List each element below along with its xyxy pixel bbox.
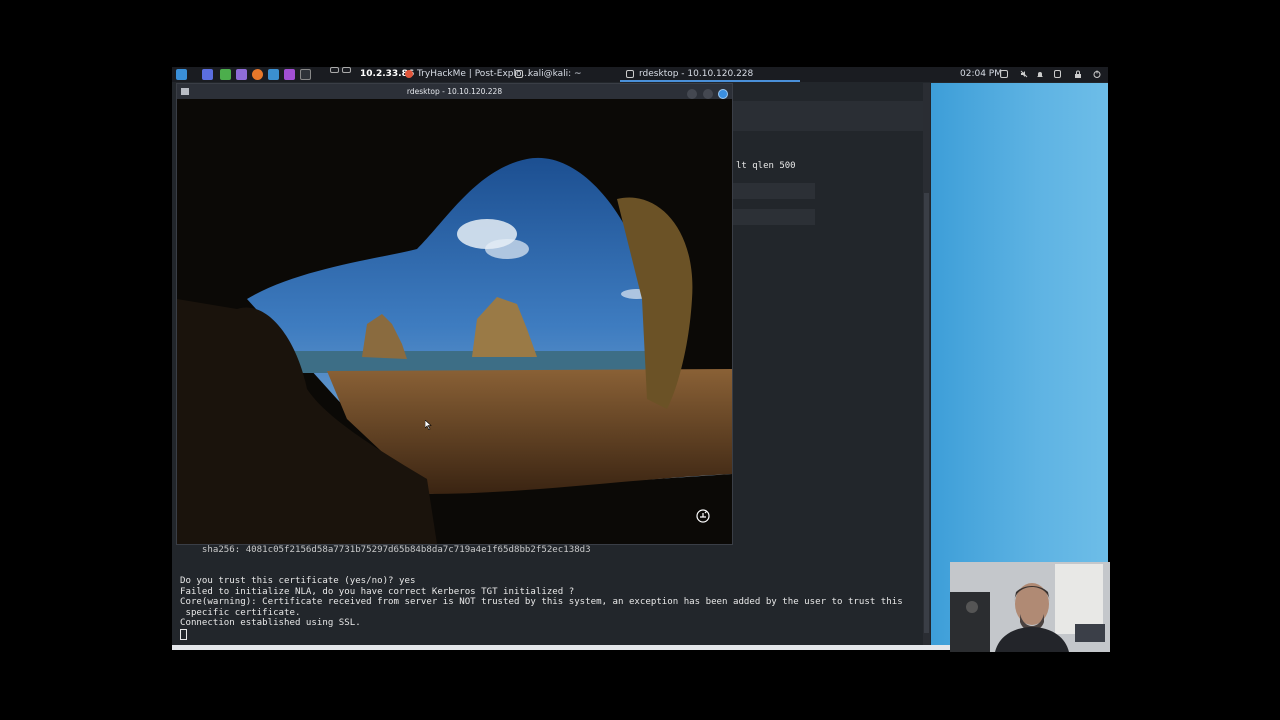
rdesktop-task-icon (626, 70, 634, 78)
battery-icon[interactable] (1054, 70, 1061, 78)
task-terminal[interactable]: kali@kali: ~ (528, 69, 582, 80)
app-icon[interactable] (284, 69, 295, 80)
ease-of-access-icon[interactable] (695, 508, 711, 524)
terminal-highlight (733, 209, 815, 225)
search-icon[interactable] (220, 69, 231, 80)
windows-lock-screen-wallpaper[interactable] (177, 99, 732, 544)
clock[interactable]: 02:04 PM (960, 69, 1002, 80)
terminal-line: specific certificate. (180, 607, 301, 618)
workspace-2-icon[interactable] (342, 67, 351, 73)
close-button[interactable] (718, 89, 728, 99)
mouse-cursor (424, 415, 433, 431)
minimize-button[interactable] (687, 89, 698, 99)
workspace-icon[interactable] (202, 69, 213, 80)
window-menu-icon[interactable] (181, 88, 189, 95)
display-icon[interactable] (1000, 70, 1008, 78)
terminal-line: Core(warning): Certificate received from… (180, 597, 903, 607)
files-icon[interactable] (268, 69, 279, 80)
rdesktop-title: rdesktop - 10.10.120.228 (406, 87, 503, 96)
task-tryhackme[interactable]: TryHackMe | Post-Explo... (417, 69, 530, 80)
tryhackme-icon (405, 70, 413, 78)
terminal-task-icon (515, 70, 523, 78)
terminal-background: lt qlen 500 (733, 83, 930, 545)
mute-icon[interactable] (1020, 70, 1028, 78)
notification-bell-icon[interactable] (1036, 70, 1044, 78)
rdesktop-titlebar[interactable]: rdesktop - 10.10.120.228 (177, 84, 732, 99)
lock-icon[interactable] (1074, 70, 1082, 78)
top-panel: 10.2.33.86 TryHackMe | Post-Explo... kal… (172, 67, 1108, 82)
terminal-cursor (180, 629, 187, 641)
terminal-fragment: lt qlen 500 (736, 161, 796, 171)
task-rdesktop[interactable]: rdesktop - 10.10.120.228 (639, 69, 753, 80)
terminal-line: Connection established using SSL. (180, 618, 361, 628)
webcam-overlay (950, 562, 1110, 652)
firefox-icon[interactable] (252, 69, 263, 80)
terminal-highlight (733, 183, 815, 199)
maximize-button[interactable] (702, 89, 713, 99)
kali-menu-icon[interactable] (176, 69, 187, 80)
workspace-1-icon[interactable] (330, 67, 339, 73)
power-icon[interactable] (1093, 70, 1101, 78)
terminal-launcher-icon[interactable] (236, 69, 247, 80)
terminal-icon[interactable] (300, 69, 311, 80)
terminal-output[interactable]: sha256: 4081c05f2156d58a7731b75297d65b84… (176, 545, 923, 645)
terminal-scrollbar[interactable] (923, 83, 930, 645)
scrollbar-thumb[interactable] (924, 193, 929, 633)
terminal-highlight (733, 101, 930, 131)
terminal-line: Do you trust this certificate (yes/no)? … (180, 576, 416, 586)
rdesktop-window[interactable]: rdesktop - 10.10.120.228 (176, 83, 733, 545)
terminal-line: sha256: 4081c05f2156d58a7731b75297d65b84… (180, 545, 591, 555)
terminal-line: Failed to initialize NLA, do you have co… (180, 586, 575, 597)
